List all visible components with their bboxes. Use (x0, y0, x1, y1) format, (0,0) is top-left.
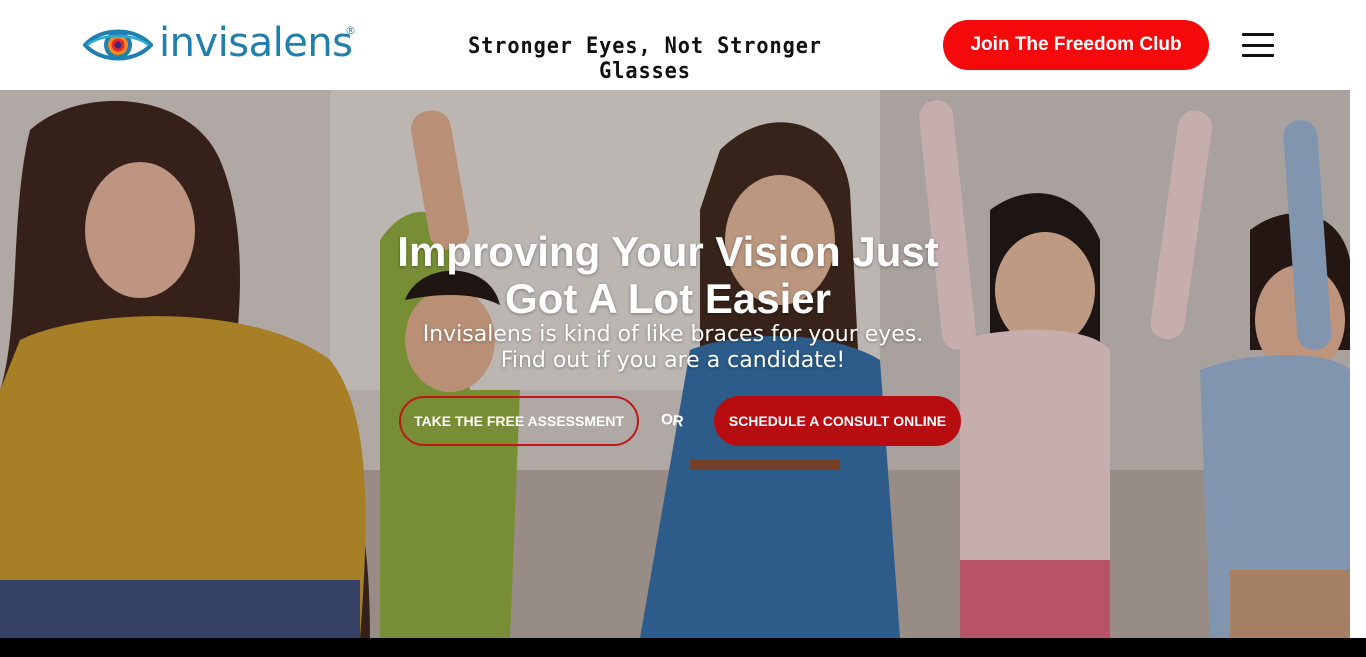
invisalens-logo[interactable]: invisalens ® (83, 22, 358, 68)
hero-title-line: Got A Lot Easier (505, 275, 831, 322)
take-free-assessment-button[interactable]: TAKE THE FREE ASSESSMENT (399, 396, 639, 446)
join-freedom-club-button[interactable]: Join The Freedom Club (943, 20, 1209, 70)
hero-subtitle-line: Invisalens is kind of like braces for yo… (422, 322, 924, 347)
hero-subtitle-line: Find out if you are a candidate! (500, 348, 846, 373)
hamburger-icon[interactable] (1240, 30, 1276, 60)
hero-title-line: Improving Your Vision Just (397, 228, 939, 275)
menu-bar (1242, 33, 1274, 36)
hero-title: Improving Your Vision Just Got A Lot Eas… (350, 228, 986, 322)
hero-banner: Improving Your Vision Just Got A Lot Eas… (0, 90, 1350, 638)
hero-subtitle: Invisalens is kind of like braces for yo… (350, 322, 996, 374)
registered-mark: ® (345, 24, 356, 37)
schedule-consult-button[interactable]: SCHEDULE A CONSULT ONLINE (714, 396, 961, 446)
site-tagline: Stronger Eyes, Not Stronger Glasses (468, 34, 822, 84)
page-edge (1350, 90, 1366, 638)
bottom-bar (0, 638, 1366, 657)
or-divider-text: OR (659, 410, 685, 431)
menu-bar (1242, 43, 1274, 47)
logo-wordmark: invisalens (159, 20, 353, 66)
eye-logo-icon (83, 29, 153, 61)
menu-bar (1242, 54, 1274, 57)
site-header: invisalens ® Stronger Eyes, Not Stronger… (0, 0, 1366, 90)
